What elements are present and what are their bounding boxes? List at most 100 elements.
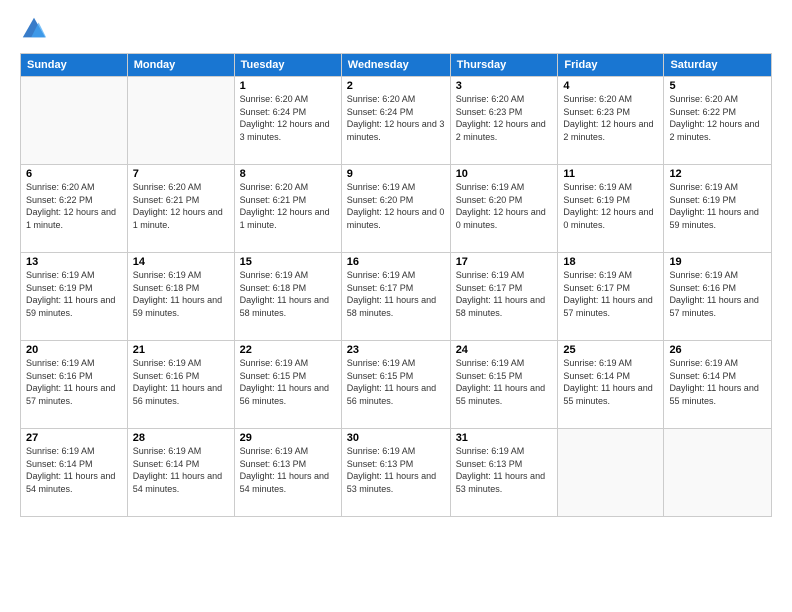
calendar-cell bbox=[558, 429, 664, 517]
calendar-cell: 4Sunrise: 6:20 AM Sunset: 6:23 PM Daylig… bbox=[558, 77, 664, 165]
day-info: Sunrise: 6:20 AM Sunset: 6:24 PM Dayligh… bbox=[347, 93, 445, 143]
day-info: Sunrise: 6:19 AM Sunset: 6:17 PM Dayligh… bbox=[456, 269, 553, 319]
calendar-cell: 29Sunrise: 6:19 AM Sunset: 6:13 PM Dayli… bbox=[234, 429, 341, 517]
calendar-cell: 15Sunrise: 6:19 AM Sunset: 6:18 PM Dayli… bbox=[234, 253, 341, 341]
day-info: Sunrise: 6:19 AM Sunset: 6:13 PM Dayligh… bbox=[456, 445, 553, 495]
weekday-header-wednesday: Wednesday bbox=[341, 54, 450, 77]
day-info: Sunrise: 6:19 AM Sunset: 6:19 PM Dayligh… bbox=[26, 269, 122, 319]
calendar-cell: 9Sunrise: 6:19 AM Sunset: 6:20 PM Daylig… bbox=[341, 165, 450, 253]
calendar-week-4: 20Sunrise: 6:19 AM Sunset: 6:16 PM Dayli… bbox=[21, 341, 772, 429]
day-info: Sunrise: 6:19 AM Sunset: 6:14 PM Dayligh… bbox=[133, 445, 229, 495]
day-info: Sunrise: 6:19 AM Sunset: 6:17 PM Dayligh… bbox=[347, 269, 445, 319]
day-number: 20 bbox=[26, 344, 122, 356]
day-number: 15 bbox=[240, 256, 336, 268]
day-info: Sunrise: 6:20 AM Sunset: 6:24 PM Dayligh… bbox=[240, 93, 336, 143]
calendar-cell: 25Sunrise: 6:19 AM Sunset: 6:14 PM Dayli… bbox=[558, 341, 664, 429]
day-number: 24 bbox=[456, 344, 553, 356]
day-number: 19 bbox=[669, 256, 766, 268]
day-info: Sunrise: 6:19 AM Sunset: 6:18 PM Dayligh… bbox=[133, 269, 229, 319]
day-info: Sunrise: 6:19 AM Sunset: 6:16 PM Dayligh… bbox=[26, 357, 122, 407]
day-info: Sunrise: 6:19 AM Sunset: 6:13 PM Dayligh… bbox=[240, 445, 336, 495]
day-info: Sunrise: 6:19 AM Sunset: 6:14 PM Dayligh… bbox=[563, 357, 658, 407]
day-number: 30 bbox=[347, 432, 445, 444]
day-number: 7 bbox=[133, 168, 229, 180]
day-number: 31 bbox=[456, 432, 553, 444]
day-info: Sunrise: 6:20 AM Sunset: 6:23 PM Dayligh… bbox=[563, 93, 658, 143]
day-number: 2 bbox=[347, 80, 445, 92]
weekday-header-monday: Monday bbox=[127, 54, 234, 77]
day-number: 26 bbox=[669, 344, 766, 356]
calendar-cell: 30Sunrise: 6:19 AM Sunset: 6:13 PM Dayli… bbox=[341, 429, 450, 517]
day-info: Sunrise: 6:19 AM Sunset: 6:15 PM Dayligh… bbox=[456, 357, 553, 407]
calendar-cell: 28Sunrise: 6:19 AM Sunset: 6:14 PM Dayli… bbox=[127, 429, 234, 517]
day-info: Sunrise: 6:19 AM Sunset: 6:15 PM Dayligh… bbox=[240, 357, 336, 407]
day-info: Sunrise: 6:19 AM Sunset: 6:14 PM Dayligh… bbox=[669, 357, 766, 407]
day-info: Sunrise: 6:20 AM Sunset: 6:21 PM Dayligh… bbox=[240, 181, 336, 231]
day-info: Sunrise: 6:19 AM Sunset: 6:16 PM Dayligh… bbox=[669, 269, 766, 319]
calendar-cell: 1Sunrise: 6:20 AM Sunset: 6:24 PM Daylig… bbox=[234, 77, 341, 165]
calendar-cell: 21Sunrise: 6:19 AM Sunset: 6:16 PM Dayli… bbox=[127, 341, 234, 429]
calendar-table: SundayMondayTuesdayWednesdayThursdayFrid… bbox=[20, 53, 772, 517]
calendar-cell: 3Sunrise: 6:20 AM Sunset: 6:23 PM Daylig… bbox=[450, 77, 558, 165]
calendar-cell: 16Sunrise: 6:19 AM Sunset: 6:17 PM Dayli… bbox=[341, 253, 450, 341]
day-number: 16 bbox=[347, 256, 445, 268]
day-number: 17 bbox=[456, 256, 553, 268]
calendar-cell: 13Sunrise: 6:19 AM Sunset: 6:19 PM Dayli… bbox=[21, 253, 128, 341]
day-info: Sunrise: 6:19 AM Sunset: 6:20 PM Dayligh… bbox=[347, 181, 445, 231]
calendar-cell: 17Sunrise: 6:19 AM Sunset: 6:17 PM Dayli… bbox=[450, 253, 558, 341]
weekday-header-thursday: Thursday bbox=[450, 54, 558, 77]
calendar-week-2: 6Sunrise: 6:20 AM Sunset: 6:22 PM Daylig… bbox=[21, 165, 772, 253]
calendar-header-row: SundayMondayTuesdayWednesdayThursdayFrid… bbox=[21, 54, 772, 77]
calendar-cell: 11Sunrise: 6:19 AM Sunset: 6:19 PM Dayli… bbox=[558, 165, 664, 253]
day-info: Sunrise: 6:19 AM Sunset: 6:19 PM Dayligh… bbox=[669, 181, 766, 231]
day-number: 4 bbox=[563, 80, 658, 92]
day-number: 6 bbox=[26, 168, 122, 180]
day-info: Sunrise: 6:19 AM Sunset: 6:15 PM Dayligh… bbox=[347, 357, 445, 407]
day-info: Sunrise: 6:20 AM Sunset: 6:22 PM Dayligh… bbox=[26, 181, 122, 231]
weekday-header-saturday: Saturday bbox=[664, 54, 772, 77]
day-number: 1 bbox=[240, 80, 336, 92]
day-number: 22 bbox=[240, 344, 336, 356]
day-info: Sunrise: 6:20 AM Sunset: 6:21 PM Dayligh… bbox=[133, 181, 229, 231]
day-number: 29 bbox=[240, 432, 336, 444]
calendar-cell: 7Sunrise: 6:20 AM Sunset: 6:21 PM Daylig… bbox=[127, 165, 234, 253]
calendar-cell: 12Sunrise: 6:19 AM Sunset: 6:19 PM Dayli… bbox=[664, 165, 772, 253]
weekday-header-tuesday: Tuesday bbox=[234, 54, 341, 77]
page-header bbox=[20, 15, 772, 43]
logo bbox=[20, 15, 52, 43]
day-info: Sunrise: 6:19 AM Sunset: 6:20 PM Dayligh… bbox=[456, 181, 553, 231]
day-info: Sunrise: 6:19 AM Sunset: 6:16 PM Dayligh… bbox=[133, 357, 229, 407]
calendar-cell: 14Sunrise: 6:19 AM Sunset: 6:18 PM Dayli… bbox=[127, 253, 234, 341]
calendar-cell: 18Sunrise: 6:19 AM Sunset: 6:17 PM Dayli… bbox=[558, 253, 664, 341]
day-number: 28 bbox=[133, 432, 229, 444]
calendar-cell: 23Sunrise: 6:19 AM Sunset: 6:15 PM Dayli… bbox=[341, 341, 450, 429]
day-info: Sunrise: 6:19 AM Sunset: 6:17 PM Dayligh… bbox=[563, 269, 658, 319]
calendar-cell: 27Sunrise: 6:19 AM Sunset: 6:14 PM Dayli… bbox=[21, 429, 128, 517]
day-number: 27 bbox=[26, 432, 122, 444]
weekday-header-sunday: Sunday bbox=[21, 54, 128, 77]
day-number: 9 bbox=[347, 168, 445, 180]
day-info: Sunrise: 6:19 AM Sunset: 6:13 PM Dayligh… bbox=[347, 445, 445, 495]
calendar-cell: 10Sunrise: 6:19 AM Sunset: 6:20 PM Dayli… bbox=[450, 165, 558, 253]
day-number: 10 bbox=[456, 168, 553, 180]
day-number: 8 bbox=[240, 168, 336, 180]
calendar-cell: 20Sunrise: 6:19 AM Sunset: 6:16 PM Dayli… bbox=[21, 341, 128, 429]
calendar-cell bbox=[21, 77, 128, 165]
day-number: 14 bbox=[133, 256, 229, 268]
weekday-header-friday: Friday bbox=[558, 54, 664, 77]
day-number: 11 bbox=[563, 168, 658, 180]
calendar-cell bbox=[664, 429, 772, 517]
calendar-cell: 31Sunrise: 6:19 AM Sunset: 6:13 PM Dayli… bbox=[450, 429, 558, 517]
day-info: Sunrise: 6:19 AM Sunset: 6:19 PM Dayligh… bbox=[563, 181, 658, 231]
day-number: 21 bbox=[133, 344, 229, 356]
day-info: Sunrise: 6:20 AM Sunset: 6:23 PM Dayligh… bbox=[456, 93, 553, 143]
day-number: 18 bbox=[563, 256, 658, 268]
calendar-week-3: 13Sunrise: 6:19 AM Sunset: 6:19 PM Dayli… bbox=[21, 253, 772, 341]
day-number: 25 bbox=[563, 344, 658, 356]
calendar-cell: 8Sunrise: 6:20 AM Sunset: 6:21 PM Daylig… bbox=[234, 165, 341, 253]
calendar-week-5: 27 Sunrise: 6:19 AM Sunset: 6:14 PM Dayli… bbox=[21, 429, 772, 517]
calendar-cell: 24Sunrise: 6:19 AM Sunset: 6:15 PM Dayli… bbox=[450, 341, 558, 429]
calendar-week-1: 1Sunrise: 6:20 AM Sunset: 6:24 PM Daylig… bbox=[21, 77, 772, 165]
calendar-cell: 2Sunrise: 6:20 AM Sunset: 6:24 PM Daylig… bbox=[341, 77, 450, 165]
day-number: 12 bbox=[669, 168, 766, 180]
